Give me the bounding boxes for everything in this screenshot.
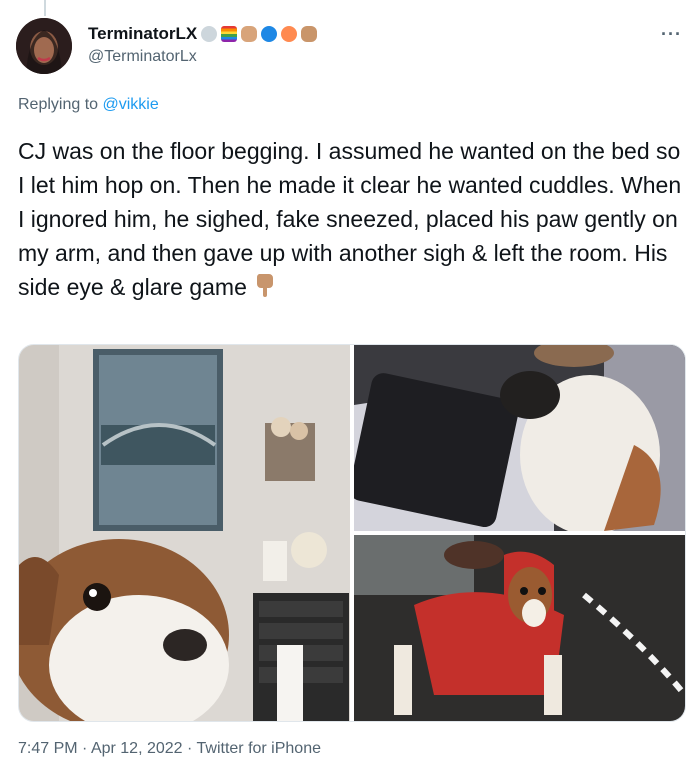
meta-separator: · xyxy=(182,740,197,757)
avatar-image xyxy=(16,18,72,74)
replying-to-label: Replying to xyxy=(18,96,99,113)
more-icon[interactable]: ··· xyxy=(661,24,682,45)
media-grid xyxy=(18,344,686,722)
rainbow-flag-emoji xyxy=(221,26,238,42)
display-name[interactable]: TerminatorLX xyxy=(88,24,197,44)
tweet-text-container: CJ was on the floor begging. I assumed h… xyxy=(18,134,684,307)
tweet-time[interactable]: 7:47 PM xyxy=(18,740,78,757)
tweet-date[interactable]: Apr 12, 2022 xyxy=(91,740,183,757)
avatar[interactable] xyxy=(16,18,72,74)
vulcan-salute-emoji xyxy=(301,26,318,42)
photo-dog-room[interactable] xyxy=(19,345,350,721)
raised-fist-emoji xyxy=(241,26,258,42)
tweet-source[interactable]: Twitter for iPhone xyxy=(197,740,322,757)
photo-dog-sweater[interactable] xyxy=(354,535,685,721)
reply-handle-link[interactable]: @vikkie xyxy=(103,96,159,113)
water-wave-emoji xyxy=(261,26,278,42)
display-name-row[interactable]: TerminatorLX xyxy=(88,24,318,44)
tweet-text: CJ was on the floor begging. I assumed h… xyxy=(18,138,682,300)
meta-separator: · xyxy=(77,740,91,757)
tweet-meta: 7:47 PM · Apr 12, 2022 · Twitter for iPh… xyxy=(18,740,321,758)
user-handle[interactable]: @TerminatorLx xyxy=(88,48,197,66)
peach-emoji xyxy=(281,26,298,42)
thread-line xyxy=(44,0,46,16)
flexed-biceps-emoji xyxy=(201,26,218,42)
photo-dog-bed[interactable] xyxy=(354,345,685,531)
replying-to: Replying to @vikkie xyxy=(18,96,159,114)
backhand-index-pointing-down-icon xyxy=(251,270,279,307)
